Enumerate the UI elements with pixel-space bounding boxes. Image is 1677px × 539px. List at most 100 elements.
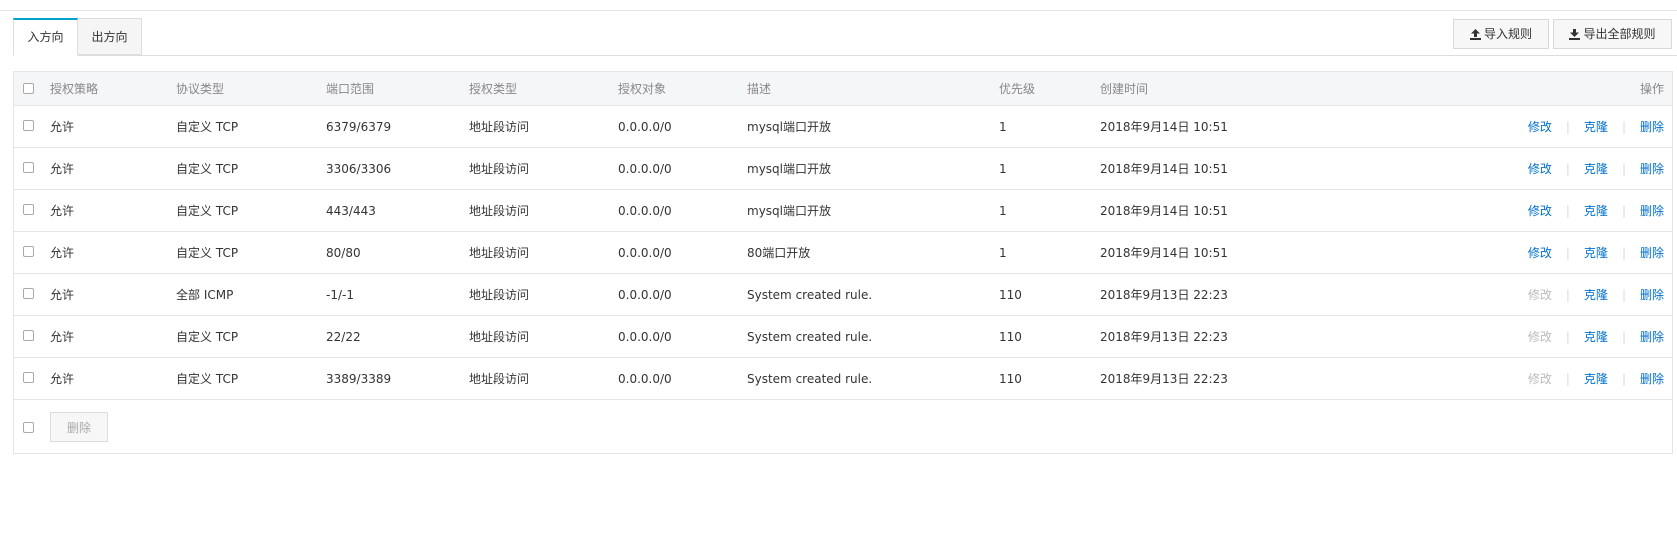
cell-port-range: 22/22 bbox=[326, 329, 361, 344]
action-separator: | bbox=[1565, 287, 1570, 302]
cell-created-time: 2018年9月13日 22:23 bbox=[1100, 288, 1228, 302]
cell-created-time: 2018年9月14日 10:51 bbox=[1100, 246, 1228, 260]
cell-policy: 允许 bbox=[50, 246, 75, 260]
table-row: 允许 自定义 TCP 3389/3389 地址段访问 0.0.0.0/0 System c… bbox=[14, 358, 1672, 400]
clone-link[interactable]: 克隆 bbox=[1584, 370, 1608, 387]
clone-link[interactable]: 克隆 bbox=[1584, 328, 1608, 345]
tabbar-divider bbox=[13, 55, 1677, 56]
cell-auth-target: 0.0.0.0/0 bbox=[618, 287, 672, 302]
cell-auth-type: 地址段访问 bbox=[469, 162, 530, 176]
edit-link[interactable]: 修改 bbox=[1528, 286, 1552, 303]
delete-link[interactable]: 删除 bbox=[1640, 370, 1664, 387]
cell-description: mysql端口开放 bbox=[747, 204, 831, 218]
row-checkbox[interactable] bbox=[23, 246, 34, 257]
row-actions: 修改 | 克隆 | 删除 bbox=[1528, 232, 1664, 273]
table-row: 允许 自定义 TCP 6379/6379 地址段访问 0.0.0.0/0 mysql端口开… bbox=[14, 106, 1672, 148]
clone-link[interactable]: 克隆 bbox=[1584, 244, 1608, 261]
cell-auth-type: 地址段访问 bbox=[469, 246, 530, 260]
cell-auth-type: 地址段访问 bbox=[469, 372, 530, 386]
cell-auth-type: 地址段访问 bbox=[469, 120, 530, 134]
table-row: 允许 全部 ICMP -1/-1 地址段访问 0.0.0.0/0 System creat… bbox=[14, 274, 1672, 316]
header-protocol: 协议类型 bbox=[176, 82, 225, 96]
table-footer: 删除 bbox=[14, 400, 1672, 454]
row-checkbox[interactable] bbox=[23, 162, 34, 173]
top-divider bbox=[0, 10, 1677, 11]
cell-created-time: 2018年9月14日 10:51 bbox=[1100, 120, 1228, 134]
edit-link[interactable]: 修改 bbox=[1528, 244, 1552, 261]
clone-link[interactable]: 克隆 bbox=[1584, 118, 1608, 135]
cell-policy: 允许 bbox=[50, 372, 75, 386]
cell-protocol: 自定义 TCP bbox=[176, 372, 239, 386]
action-separator: | bbox=[1565, 161, 1570, 176]
row-checkbox[interactable] bbox=[23, 372, 34, 383]
cell-port-range: -1/-1 bbox=[326, 287, 354, 302]
action-separator: | bbox=[1621, 245, 1626, 260]
delete-link[interactable]: 删除 bbox=[1640, 202, 1664, 219]
cell-description: System created rule. bbox=[747, 287, 873, 302]
row-checkbox[interactable] bbox=[23, 120, 34, 131]
table-row: 允许 自定义 TCP 3306/3306 地址段访问 0.0.0.0/0 mysql端口开… bbox=[14, 148, 1672, 190]
table-row: 允许 自定义 TCP 443/443 地址段访问 0.0.0.0/0 mysql端口开放 1… bbox=[14, 190, 1672, 232]
header-created-time: 创建时间 bbox=[1100, 82, 1149, 96]
delete-link[interactable]: 删除 bbox=[1640, 244, 1664, 261]
delete-link[interactable]: 删除 bbox=[1640, 160, 1664, 177]
action-separator: | bbox=[1621, 119, 1626, 134]
edit-link[interactable]: 修改 bbox=[1528, 160, 1552, 177]
header-port-range: 端口范围 bbox=[326, 82, 375, 96]
cell-priority: 1 bbox=[999, 161, 1007, 176]
header-policy: 授权策略 bbox=[50, 82, 99, 96]
cell-protocol: 自定义 TCP bbox=[176, 162, 239, 176]
cell-created-time: 2018年9月14日 10:51 bbox=[1100, 162, 1228, 176]
header-actions: 操作 bbox=[1639, 82, 1664, 96]
export-all-rules-button[interactable]: 导出全部规则 bbox=[1553, 19, 1672, 49]
cell-auth-target: 0.0.0.0/0 bbox=[618, 329, 672, 344]
cell-policy: 允许 bbox=[50, 204, 75, 218]
footer-select-all-checkbox[interactable] bbox=[23, 422, 34, 433]
tab-outbound[interactable]: 出方向 bbox=[77, 18, 142, 55]
download-icon bbox=[1569, 28, 1581, 40]
clone-link[interactable]: 克隆 bbox=[1584, 202, 1608, 219]
cell-priority: 1 bbox=[999, 119, 1007, 134]
tab-inbound[interactable]: 入方向 bbox=[13, 18, 78, 56]
cell-policy: 允许 bbox=[50, 120, 75, 134]
cell-protocol: 自定义 TCP bbox=[176, 204, 239, 218]
clone-link[interactable]: 克隆 bbox=[1584, 160, 1608, 177]
cell-protocol: 全部 ICMP bbox=[176, 288, 234, 302]
action-separator: | bbox=[1621, 203, 1626, 218]
cell-priority: 110 bbox=[999, 329, 1022, 344]
import-rules-button[interactable]: 导入规则 bbox=[1453, 19, 1549, 49]
edit-link[interactable]: 修改 bbox=[1528, 118, 1552, 135]
cell-auth-target: 0.0.0.0/0 bbox=[618, 203, 672, 218]
row-actions: 修改 | 克隆 | 删除 bbox=[1528, 148, 1664, 189]
action-separator: | bbox=[1565, 329, 1570, 344]
cell-policy: 允许 bbox=[50, 162, 75, 176]
delete-link[interactable]: 删除 bbox=[1640, 286, 1664, 303]
cell-created-time: 2018年9月13日 22:23 bbox=[1100, 372, 1228, 386]
cell-description: mysql端口开放 bbox=[747, 120, 831, 134]
cell-description: mysql端口开放 bbox=[747, 162, 831, 176]
cell-priority: 1 bbox=[999, 245, 1007, 260]
rules-table: 授权策略 协议类型 端口范围 授权类型 授权对象 描述 优先级 创建时间 操作 … bbox=[13, 71, 1673, 454]
cell-description: System created rule. bbox=[747, 371, 873, 386]
cell-created-time: 2018年9月14日 10:51 bbox=[1100, 204, 1228, 218]
cell-policy: 允许 bbox=[50, 330, 75, 344]
row-actions: 修改 | 克隆 | 删除 bbox=[1528, 316, 1664, 357]
header-auth-target: 授权对象 bbox=[618, 82, 667, 96]
batch-delete-button[interactable]: 删除 bbox=[50, 412, 108, 442]
delete-link[interactable]: 删除 bbox=[1640, 118, 1664, 135]
row-checkbox[interactable] bbox=[23, 204, 34, 215]
cell-protocol: 自定义 TCP bbox=[176, 246, 239, 260]
delete-link[interactable]: 删除 bbox=[1640, 328, 1664, 345]
cell-auth-type: 地址段访问 bbox=[469, 330, 530, 344]
row-checkbox[interactable] bbox=[23, 288, 34, 299]
edit-link[interactable]: 修改 bbox=[1528, 202, 1552, 219]
clone-link[interactable]: 克隆 bbox=[1584, 286, 1608, 303]
edit-link[interactable]: 修改 bbox=[1528, 370, 1552, 387]
direction-tabs: 入方向 出方向 bbox=[13, 18, 1677, 56]
action-separator: | bbox=[1565, 203, 1570, 218]
action-separator: | bbox=[1565, 245, 1570, 260]
row-checkbox[interactable] bbox=[23, 330, 34, 341]
edit-link[interactable]: 修改 bbox=[1528, 328, 1552, 345]
select-all-checkbox[interactable] bbox=[23, 83, 34, 94]
cell-auth-target: 0.0.0.0/0 bbox=[618, 245, 672, 260]
